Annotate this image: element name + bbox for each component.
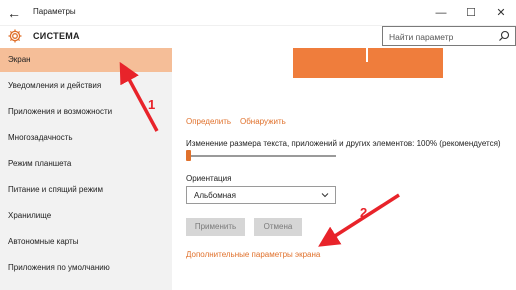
- apply-button[interactable]: Применить: [186, 218, 245, 236]
- search-input[interactable]: Найти параметр: [382, 26, 516, 46]
- back-arrow-icon[interactable]: ←: [4, 3, 24, 23]
- maximize-icon[interactable]: ☐: [461, 3, 481, 23]
- cancel-button[interactable]: Отмена: [254, 218, 302, 236]
- identify-link[interactable]: Определить: [186, 117, 231, 126]
- minimize-icon[interactable]: —: [431, 3, 451, 23]
- sidebar-item-label: Экран: [8, 55, 31, 64]
- search-placeholder: Найти параметр: [389, 32, 454, 42]
- sidebar-item-label: Приложения по умолчанию: [8, 263, 110, 272]
- display-preview[interactable]: [293, 48, 443, 78]
- sidebar-item-label: Питание и спящий режим: [8, 185, 104, 194]
- scale-slider-thumb[interactable]: [186, 150, 191, 161]
- close-icon[interactable]: ✕: [491, 3, 511, 23]
- chevron-down-icon: [321, 193, 329, 198]
- main-content: Определить Обнаружить Изменение размера …: [172, 48, 516, 290]
- apply-button-label: Применить: [194, 222, 237, 231]
- detect-link[interactable]: Обнаружить: [240, 117, 286, 126]
- sidebar-item-tablet-mode[interactable]: Режим планшета: [0, 152, 172, 176]
- sidebar-item-label: Многозадачность: [8, 133, 73, 142]
- cancel-button-label: Отмена: [263, 222, 293, 231]
- sidebar: Экран Уведомления и действия Приложения …: [0, 48, 172, 290]
- scale-label: Изменение размера текста, приложений и д…: [186, 139, 501, 148]
- title-bar: ← Параметры — ☐ ✕: [0, 0, 516, 26]
- sidebar-item-label: Хранилище: [8, 211, 52, 220]
- gear-icon: [8, 29, 22, 43]
- sidebar-item-apps-features[interactable]: Приложения и возможности: [0, 100, 172, 124]
- scale-slider[interactable]: [186, 155, 336, 157]
- sidebar-item-default-apps[interactable]: Приложения по умолчанию: [0, 256, 172, 280]
- sidebar-item-screen[interactable]: Экран: [0, 48, 172, 72]
- orientation-select[interactable]: Альбомная: [186, 186, 336, 204]
- sidebar-item-multitasking[interactable]: Многозадачность: [0, 126, 172, 150]
- sidebar-item-label: Автономные карты: [8, 237, 79, 246]
- sidebar-item-offline-maps[interactable]: Автономные карты: [0, 230, 172, 254]
- section-title: СИСТЕМА: [33, 31, 80, 41]
- orientation-label: Ориентация: [186, 174, 232, 183]
- advanced-display-settings-link[interactable]: Дополнительные параметры экрана: [186, 250, 320, 259]
- sidebar-item-power-sleep[interactable]: Питание и спящий режим: [0, 178, 172, 202]
- sidebar-item-label: Уведомления и действия: [8, 81, 102, 90]
- preview-notch: [366, 48, 368, 62]
- sidebar-item-storage[interactable]: Хранилище: [0, 204, 172, 228]
- sidebar-item-label: Приложения и возможности: [8, 107, 113, 116]
- sidebar-item-label: Режим планшета: [8, 159, 72, 168]
- sidebar-item-notifications[interactable]: Уведомления и действия: [0, 74, 172, 98]
- window-title: Параметры: [33, 7, 76, 16]
- page-header: СИСТЕМА Найти параметр: [0, 26, 516, 48]
- orientation-value: Альбомная: [194, 191, 236, 200]
- search-icon[interactable]: [498, 30, 510, 42]
